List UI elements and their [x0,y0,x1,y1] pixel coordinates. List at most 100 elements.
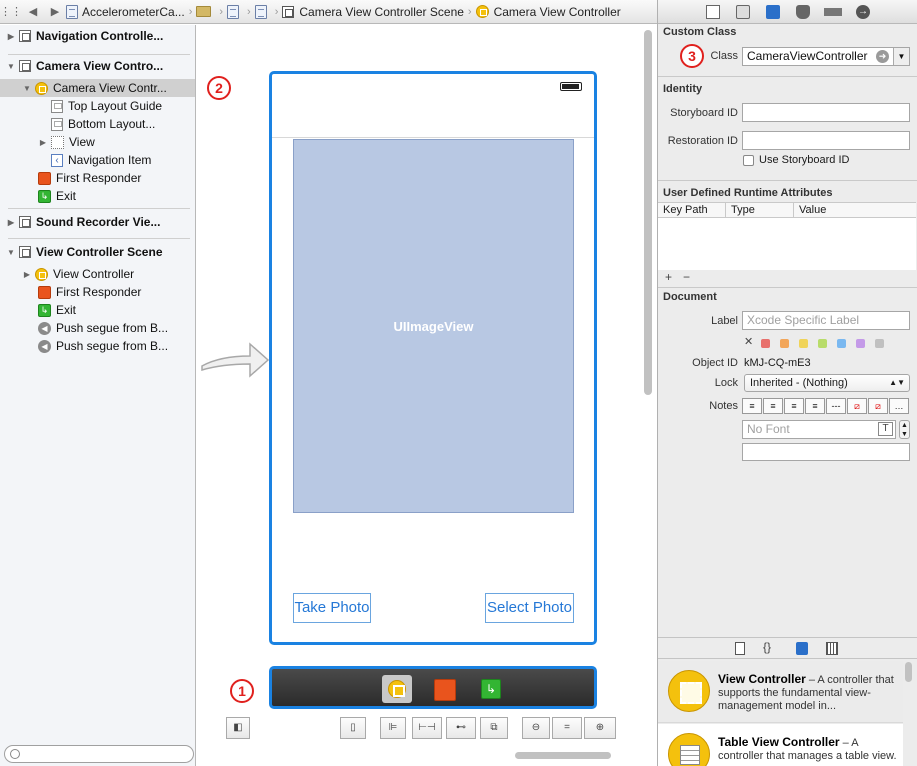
vertical-scrollbar[interactable] [644,30,652,395]
column-value[interactable]: Value [799,204,826,216]
camera-view-controller-scene[interactable]: UIImageView Take Photo Select Photo [269,71,597,645]
pin-button[interactable]: ⊢⊣ [412,717,442,739]
align-button[interactable]: ⊫ [380,717,406,739]
breadcrumb-folder[interactable] [196,6,215,17]
runtime-attributes-table[interactable] [658,218,916,270]
disclosure-expanded-icon[interactable]: ▼ [6,248,16,257]
breadcrumb-view-controller[interactable]: Camera View Controller [475,5,621,19]
file-inspector-icon[interactable] [706,5,720,19]
text-color-icon[interactable]: ⧄ [847,398,867,414]
file-template-library-icon[interactable] [735,642,745,655]
disclosure-collapsed-icon[interactable]: ▶ [38,138,48,147]
disclosure-expanded-icon[interactable]: ▼ [22,84,32,93]
take-photo-button[interactable]: Take Photo [293,593,371,623]
notes-text-field[interactable] [742,443,910,461]
font-picker-icon[interactable]: T [878,422,893,436]
horizontal-scrollbar[interactable] [515,752,611,759]
chevron-down-icon[interactable]: ▼ [893,48,909,65]
forward-arrow-icon[interactable]: ▶ [44,5,66,18]
disclosure-collapsed-icon[interactable]: ▶ [6,32,16,41]
background-color-icon[interactable]: ⧄ [868,398,888,414]
align-center-icon[interactable]: ≡ [763,398,783,414]
image-view[interactable]: UIImageView [293,139,574,513]
identity-inspector-icon[interactable] [766,5,780,19]
outline-item-navigation-item[interactable]: ‹ Navigation Item [0,151,195,169]
connections-inspector-icon[interactable]: → [856,5,870,19]
show-outline-button[interactable]: ◧ [226,717,250,739]
view-controller-icon[interactable] [382,675,412,703]
library-scrollbar[interactable] [905,662,912,682]
outline-item-camera-view-controller[interactable]: ▼ Camera View Contr... [0,79,195,97]
outline-item-view-controller[interactable]: ▶ View Controller [0,265,195,283]
column-type[interactable]: Type [731,204,755,216]
color-swatch-purple[interactable] [856,339,865,348]
more-options-icon[interactable]: … [889,398,909,414]
size-inspector-icon[interactable] [824,8,842,16]
disclosure-collapsed-icon[interactable]: ▶ [6,218,16,227]
class-field[interactable]: CameraViewController ➜ ▼ [742,47,910,66]
restoration-id-field[interactable] [742,131,910,150]
select-photo-button[interactable]: Select Photo [485,593,574,623]
align-left-icon[interactable]: ≡ [742,398,762,414]
related-items-icon[interactable]: ⋮⋮ [0,5,22,18]
align-natural-icon[interactable]: --- [826,398,846,414]
lock-popup[interactable]: Inherited - (Nothing) ▲▼ [744,374,910,392]
outline-item-bottom-layout-guide[interactable]: Bottom Layout... [0,115,195,133]
color-swatch-blue[interactable] [837,339,846,348]
add-attribute-button[interactable]: + [665,270,672,284]
align-justify-icon[interactable]: ≡ [805,398,825,414]
outline-item-push-segue[interactable]: ◀ Push segue from B... [0,319,195,337]
library-item-view-controller[interactable]: View Controller – A controller that supp… [658,661,903,723]
initial-scene-arrow-icon [201,342,270,378]
font-field[interactable]: No Font T [742,420,896,439]
outline-item-exit[interactable]: ↳ Exit [0,187,195,205]
color-swatch-orange[interactable] [780,339,789,348]
outline-item-first-responder[interactable]: First Responder [0,169,195,187]
go-to-class-icon[interactable]: ➜ [876,50,889,63]
outline-item-exit[interactable]: ↳ Exit [0,301,195,319]
storyboard-id-field[interactable] [742,103,910,122]
simulated-metrics-button[interactable]: ▯ [340,717,366,739]
zoom-out-icon[interactable]: ⊖ [522,717,550,739]
outline-scene-sound-recorder[interactable]: ▶ Sound Recorder Vie... [0,213,195,231]
attributes-inspector-icon[interactable] [796,5,810,19]
color-swatch-yellow[interactable] [799,339,808,348]
zoom-in-icon[interactable]: ⊕ [584,717,616,739]
outline-item-top-layout-guide[interactable]: Top Layout Guide [0,97,195,115]
outline-filter-field[interactable] [4,745,194,763]
resizing-button[interactable]: ⧉ [480,717,508,739]
color-swatch-red[interactable] [761,339,770,348]
clear-color-icon[interactable]: ✕ [744,335,753,348]
color-swatch-green[interactable] [818,339,827,348]
disclosure-expanded-icon[interactable]: ▼ [6,62,16,71]
xcode-label-field[interactable]: Xcode Specific Label [742,311,910,330]
column-key-path[interactable]: Key Path [663,204,708,216]
breadcrumb-scene[interactable]: Camera View Controller Scene [282,5,464,19]
remove-attribute-button[interactable]: − [683,270,690,284]
label-label: Label [711,315,738,327]
align-right-icon[interactable]: ≡ [784,398,804,414]
breadcrumb-storyboard-base[interactable] [254,4,271,19]
breadcrumb-storyboard[interactable] [227,4,243,19]
first-responder-icon[interactable] [429,675,459,703]
outline-item-view[interactable]: ▶ View [0,133,195,151]
library-item-table-view-controller[interactable]: Table View Controller – A controller tha… [658,724,903,766]
resolve-issues-button[interactable]: ⊷ [446,717,476,739]
quick-help-icon[interactable] [736,5,750,19]
exit-icon[interactable] [475,675,505,703]
media-library-icon[interactable] [826,642,838,655]
code-snippet-library-icon[interactable]: {} [763,640,771,654]
use-storyboard-id-checkbox[interactable] [743,155,754,166]
outline-scene-camera-view-controller[interactable]: ▼ Camera View Contro... [0,57,195,75]
outline-item-first-responder[interactable]: First Responder [0,283,195,301]
object-library-icon[interactable] [796,642,808,655]
outline-scene-view-controller[interactable]: ▼ View Controller Scene [0,243,195,261]
color-swatch-gray[interactable] [875,339,884,348]
back-arrow-icon[interactable]: ◀ [22,5,44,18]
font-size-stepper[interactable]: ▲ ▼ [899,420,910,439]
zoom-actual-size-icon[interactable]: = [552,717,582,739]
breadcrumb-project[interactable]: AccelerometerCa... [66,4,185,19]
outline-item-push-segue[interactable]: ◀ Push segue from B... [0,337,195,355]
outline-scene-navigation-controller[interactable]: ▶ Navigation Controlle... [0,27,195,45]
disclosure-collapsed-icon[interactable]: ▶ [22,270,32,279]
